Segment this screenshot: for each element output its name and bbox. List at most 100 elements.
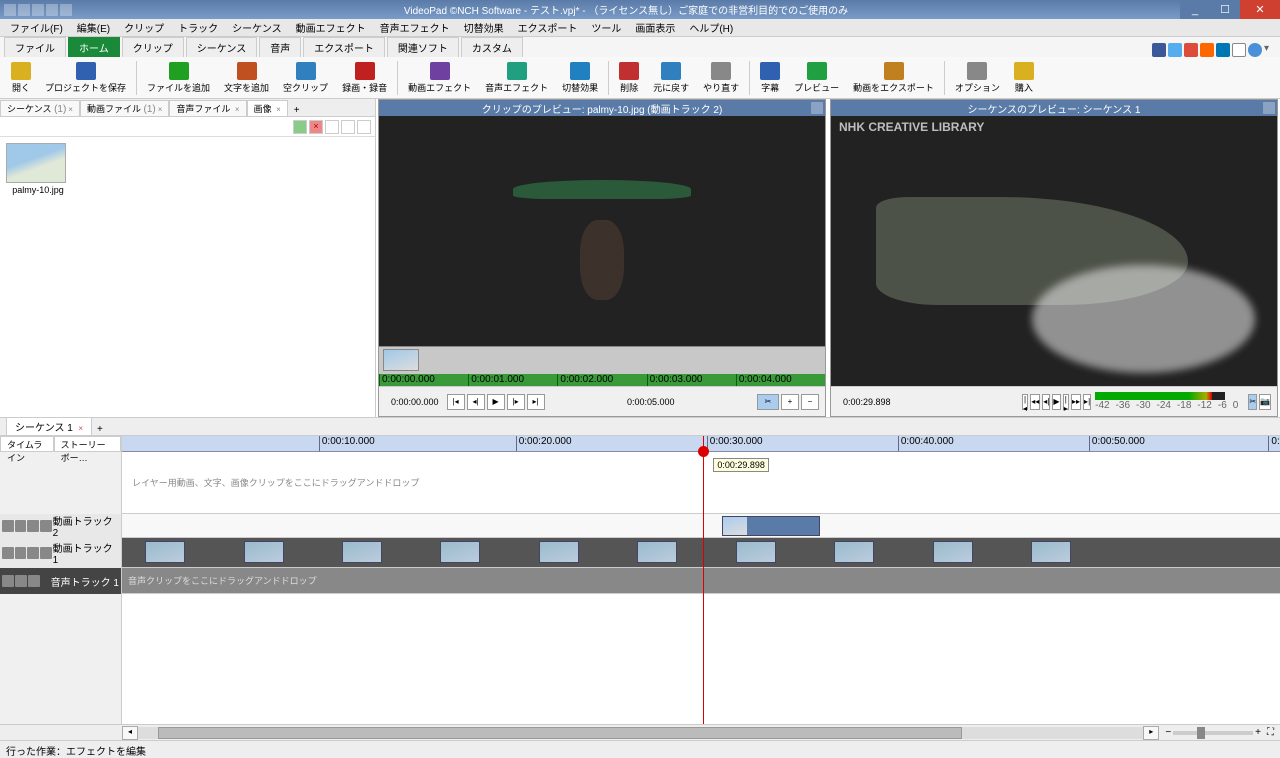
bin-tool-icon[interactable] bbox=[325, 120, 339, 134]
clip-preview-video[interactable] bbox=[379, 116, 825, 346]
playhead[interactable]: 0:00:29.898 bbox=[703, 436, 704, 724]
toolbar-button[interactable]: プロジェクトを保存 bbox=[38, 59, 133, 97]
goto-start-button[interactable]: |◂ bbox=[447, 394, 465, 410]
track-eye-icon[interactable] bbox=[2, 520, 14, 532]
bin-tab[interactable]: 動画ファイル (1)× bbox=[80, 100, 169, 116]
bin-list-icon[interactable] bbox=[341, 120, 355, 134]
toolbar-button[interactable]: 録画・録音 bbox=[335, 59, 394, 97]
toolbar-button[interactable]: やり直す bbox=[696, 59, 746, 97]
toolbar-button[interactable]: プレビュー bbox=[787, 59, 846, 97]
seq-preview-video[interactable]: NHK CREATIVE LIBRARY bbox=[831, 116, 1277, 386]
scroll-left-button[interactable]: ◂ bbox=[122, 726, 138, 740]
timeline-clip[interactable] bbox=[539, 541, 579, 563]
close-button[interactable]: ✕ bbox=[1240, 0, 1280, 19]
video-track-1[interactable] bbox=[122, 538, 1280, 568]
overlay-track[interactable]: レイヤー用動画、文字、画像クリップをここにドラッグアンドドロップ bbox=[122, 452, 1280, 514]
split-button[interactable]: ✂ bbox=[757, 394, 779, 410]
bin-tool-icon[interactable] bbox=[293, 120, 307, 134]
timeline-clip[interactable] bbox=[342, 541, 382, 563]
menu-item[interactable]: 画面表示 bbox=[629, 19, 681, 36]
toolbar-button[interactable]: 音声エフェクト bbox=[478, 59, 555, 97]
menu-item[interactable]: 編集(E) bbox=[71, 19, 116, 36]
goto-start-button[interactable]: |◂ bbox=[1022, 394, 1028, 410]
ribbon-tab[interactable]: ホーム bbox=[68, 37, 120, 57]
step-back-button[interactable]: ◂| bbox=[1042, 394, 1050, 410]
ribbon-tab[interactable]: 音声 bbox=[259, 37, 301, 57]
toolbar-button[interactable]: 元に戻す bbox=[646, 59, 696, 97]
timeline-clip[interactable] bbox=[722, 516, 820, 536]
bin-tab[interactable]: 画像 × bbox=[247, 100, 288, 116]
zoom-out-button[interactable]: − bbox=[1165, 727, 1171, 738]
qa-icon[interactable] bbox=[32, 4, 44, 16]
zoom-fit-button[interactable]: ⛶ bbox=[1267, 727, 1274, 738]
qa-icon[interactable] bbox=[60, 4, 72, 16]
scroll-thumb[interactable] bbox=[158, 727, 962, 739]
scroll-track[interactable] bbox=[138, 727, 1143, 739]
track-link-icon[interactable] bbox=[40, 547, 52, 559]
split-button[interactable]: ✂ bbox=[1248, 394, 1257, 410]
minimize-button[interactable]: _ bbox=[1180, 0, 1210, 19]
track-eye-icon[interactable] bbox=[2, 547, 14, 559]
bin-tab[interactable]: 音声ファイル × bbox=[169, 100, 246, 116]
menu-item[interactable]: 音声エフェクト bbox=[374, 19, 456, 36]
menu-item[interactable]: 切替効果 bbox=[458, 19, 510, 36]
add-sequence-button[interactable]: + bbox=[92, 424, 108, 435]
goto-end-button[interactable]: ▸| bbox=[527, 394, 545, 410]
qa-icon[interactable] bbox=[4, 4, 16, 16]
close-icon[interactable]: × bbox=[78, 424, 83, 433]
bin-grid-icon[interactable] bbox=[357, 120, 371, 134]
track-lock-icon[interactable] bbox=[15, 547, 27, 559]
menu-item[interactable]: ヘルプ(H) bbox=[683, 19, 739, 36]
toolbar-button[interactable]: 文字を追加 bbox=[217, 59, 276, 97]
track-header-vt1[interactable]: 動画トラック 1 bbox=[0, 538, 122, 568]
bin-content[interactable]: palmy-10.jpg bbox=[0, 137, 375, 417]
ribbon-tab[interactable]: ファイル bbox=[4, 37, 66, 57]
ribbon-tab[interactable]: 関連ソフト bbox=[387, 37, 459, 57]
menu-item[interactable]: ツール bbox=[585, 19, 627, 36]
play-button[interactable]: ▶ bbox=[487, 394, 505, 410]
zoom-thumb[interactable] bbox=[1197, 727, 1205, 739]
bin-delete-icon[interactable]: × bbox=[309, 120, 323, 134]
timeline-clip[interactable] bbox=[736, 541, 776, 563]
audio-track-1[interactable]: 音声クリップをここにドラッグアンドドロップ bbox=[122, 568, 1280, 594]
timeline-clip[interactable] bbox=[145, 541, 185, 563]
facebook-icon[interactable] bbox=[1152, 43, 1166, 57]
menu-item[interactable]: ファイル(F) bbox=[4, 19, 69, 36]
timeline-view-tab[interactable]: タイムライン bbox=[0, 436, 54, 451]
scroll-right-button[interactable]: ▸ bbox=[1143, 726, 1159, 740]
twitter-icon[interactable] bbox=[1168, 43, 1182, 57]
menu-item[interactable]: クリップ bbox=[118, 19, 170, 36]
bin-add-tab[interactable]: + bbox=[288, 105, 306, 116]
next-clip-button[interactable]: ▸▸ bbox=[1071, 394, 1081, 410]
goto-end-button[interactable]: ▸| bbox=[1083, 394, 1091, 410]
timeline-clip[interactable] bbox=[1031, 541, 1071, 563]
snapshot-button[interactable]: 📷 bbox=[1259, 394, 1271, 410]
toolbar-button[interactable]: 字幕 bbox=[753, 59, 787, 97]
step-fwd-button[interactable]: |▸ bbox=[1063, 394, 1069, 410]
ribbon-tab[interactable]: シーケンス bbox=[186, 37, 258, 57]
track-lock-icon[interactable] bbox=[15, 520, 27, 532]
ribbon-tab[interactable]: カスタム bbox=[461, 37, 523, 57]
track-solo-icon[interactable] bbox=[15, 575, 27, 587]
menu-item[interactable]: シーケンス bbox=[226, 19, 288, 36]
toolbar-button[interactable]: 空クリップ bbox=[276, 59, 335, 97]
track-mute-icon[interactable] bbox=[2, 575, 14, 587]
track-fx-icon[interactable] bbox=[27, 547, 39, 559]
video-track-2[interactable] bbox=[122, 514, 1280, 538]
menu-item[interactable]: トラック bbox=[172, 19, 224, 36]
maximize-icon[interactable] bbox=[1263, 102, 1275, 114]
timeline-clip[interactable] bbox=[440, 541, 480, 563]
toolbar-button[interactable]: 開く bbox=[4, 59, 38, 97]
track-fx-icon[interactable] bbox=[28, 575, 40, 587]
toolbar-button[interactable]: オプション bbox=[948, 59, 1007, 97]
qa-icon[interactable] bbox=[18, 4, 30, 16]
maximize-button[interactable]: ☐ bbox=[1210, 0, 1240, 19]
clip-strip[interactable]: 0:00:00.0000:00:01.0000:00:02.0000:00:03… bbox=[379, 346, 825, 386]
prev-clip-button[interactable]: ◂◂ bbox=[1030, 394, 1040, 410]
track-link-icon[interactable] bbox=[40, 520, 52, 532]
rss-icon[interactable] bbox=[1200, 43, 1214, 57]
toolbar-button[interactable]: 切替効果 bbox=[555, 59, 605, 97]
toolbar-button[interactable]: 削除 bbox=[612, 59, 646, 97]
zoom-in-button[interactable]: + bbox=[781, 394, 799, 410]
step-fwd-button[interactable]: |▸ bbox=[507, 394, 525, 410]
